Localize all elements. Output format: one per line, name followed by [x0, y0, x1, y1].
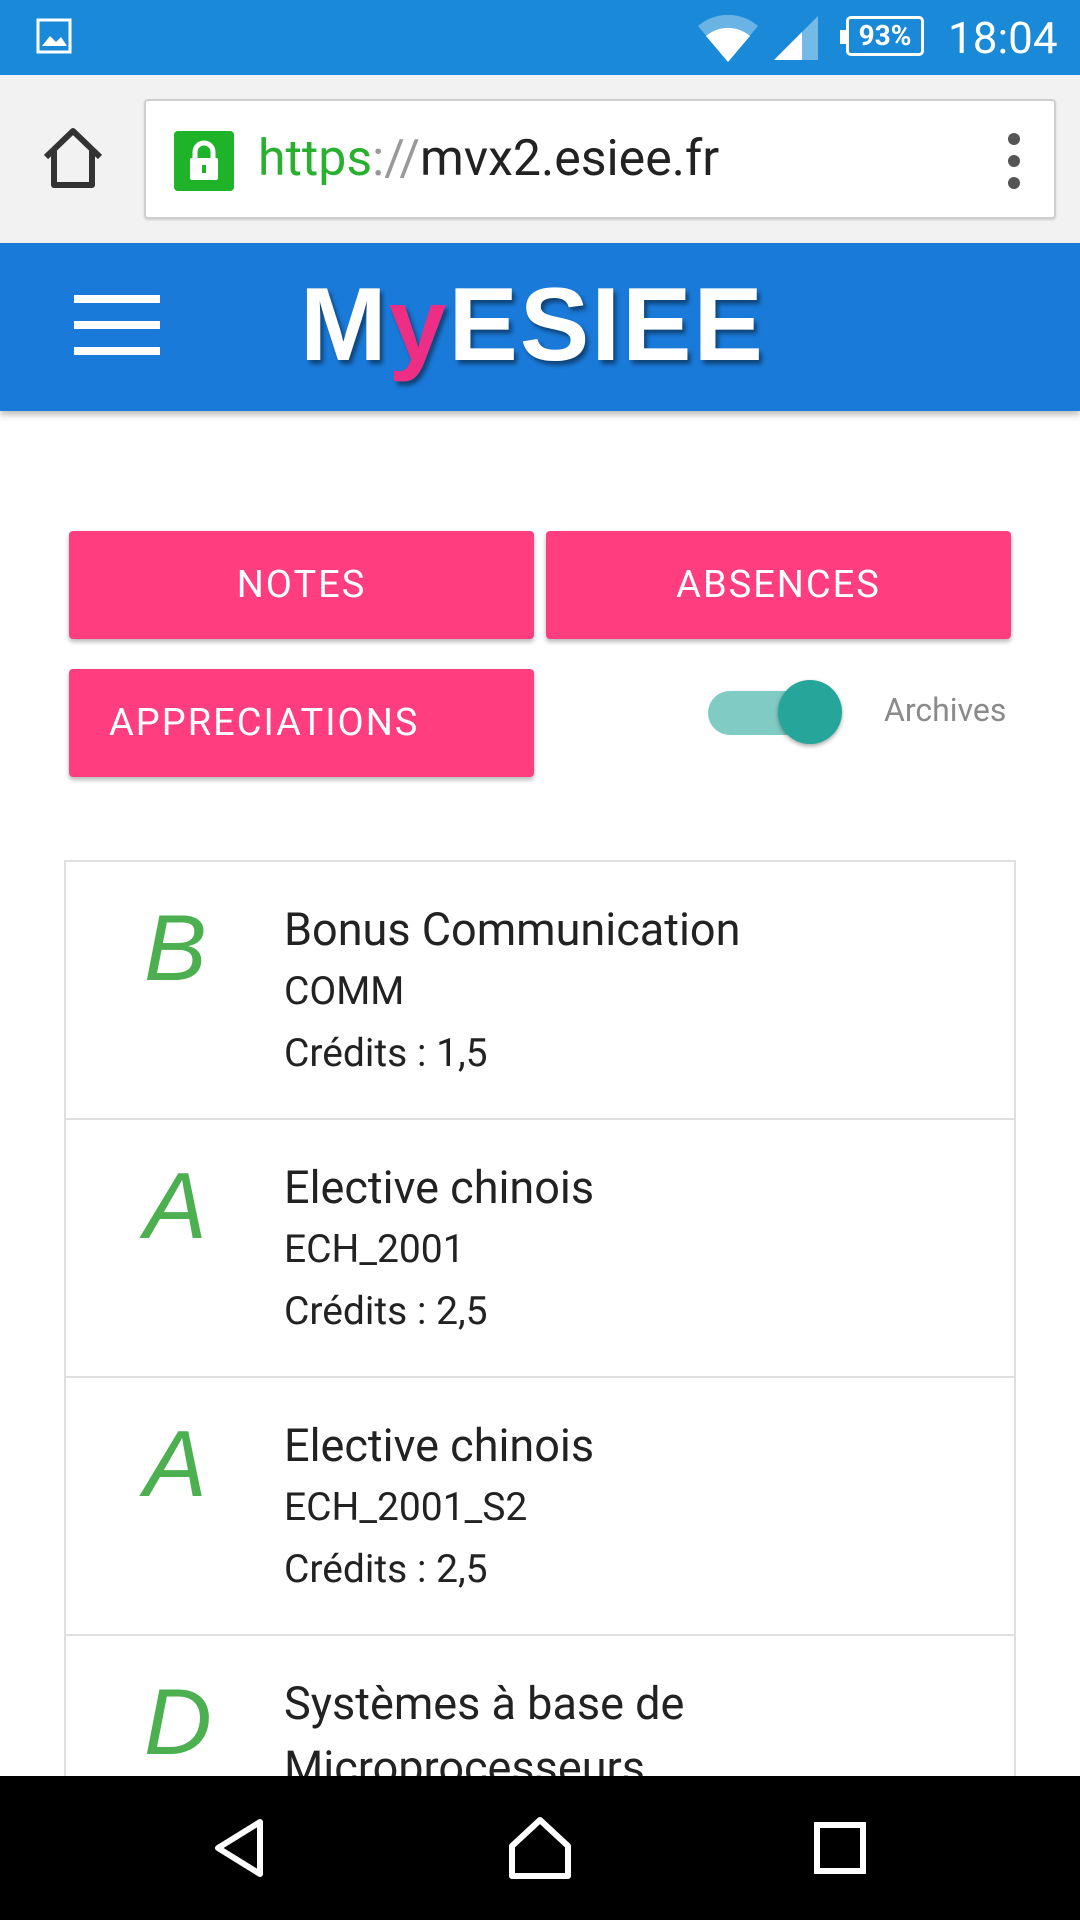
battery-icon: 93% — [840, 16, 924, 56]
app-header: MyESIEE — [0, 243, 1080, 411]
gallery-notification-icon — [36, 18, 72, 54]
course-title: Bonus Communication — [284, 903, 741, 956]
archives-label: Archives — [884, 691, 1007, 729]
wifi-icon — [698, 14, 758, 62]
notes-button[interactable]: NOTES — [69, 531, 534, 639]
toggle-thumb — [778, 680, 842, 744]
absences-button[interactable]: ABSENCES — [546, 531, 1011, 639]
grade-letter: B — [144, 895, 207, 1000]
url-separator: :// — [372, 130, 421, 188]
course-code: ECH_2001 — [284, 1226, 465, 1272]
grades-list: B Bonus Communication COMM Crédits : 1,5… — [64, 860, 1016, 1780]
appreciations-button[interactable]: APPRECIATIONS — [69, 669, 534, 777]
hamburger-menu-icon[interactable] — [74, 295, 160, 355]
course-title: Elective chinois — [284, 1161, 595, 1214]
grade-letter: A — [144, 1153, 207, 1258]
course-title: Systèmes à base de Microprocesseurs — [284, 1677, 685, 1780]
system-nav-bar — [0, 1776, 1080, 1920]
course-credits: Crédits : 2,5 — [284, 1546, 488, 1592]
status-bar: 93% 18:04 — [0, 0, 1080, 75]
course-code: COMM — [284, 968, 405, 1014]
overflow-menu-icon[interactable] — [1004, 131, 1024, 191]
home-icon[interactable] — [508, 1816, 572, 1880]
url-scheme: https — [258, 130, 373, 188]
list-item[interactable]: D Systèmes à base de Microprocesseurs — [66, 1636, 1014, 1781]
list-item[interactable]: A Elective chinois ECH_2001_S2 Crédits :… — [66, 1378, 1014, 1636]
clock: 18:04 — [948, 12, 1058, 64]
app-logo: MyESIEE — [300, 267, 765, 383]
cell-signal-icon — [774, 16, 818, 60]
browser-home-icon[interactable] — [40, 125, 106, 191]
url-host: mvx2.esiee.fr — [420, 130, 720, 188]
address-bar[interactable]: https://mvx2.esiee.fr — [144, 99, 1056, 219]
course-code: ECH_2001_S2 — [284, 1484, 528, 1530]
course-title: Elective chinois — [284, 1419, 595, 1472]
recent-apps-icon[interactable] — [814, 1822, 866, 1874]
lock-icon — [174, 131, 234, 191]
grade-letter: A — [144, 1411, 207, 1516]
browser-toolbar: https://mvx2.esiee.fr — [0, 75, 1080, 243]
back-icon[interactable] — [210, 1818, 270, 1878]
archives-toggle[interactable] — [706, 676, 846, 746]
list-item[interactable]: B Bonus Communication COMM Crédits : 1,5 — [66, 862, 1014, 1120]
course-credits: Crédits : 2,5 — [284, 1288, 488, 1334]
grade-letter: D — [144, 1669, 212, 1774]
list-item[interactable]: A Elective chinois ECH_2001 Crédits : 2,… — [66, 1120, 1014, 1378]
url-text: https://mvx2.esiee.fr — [258, 127, 719, 191]
course-credits: Crédits : 1,5 — [284, 1030, 488, 1076]
